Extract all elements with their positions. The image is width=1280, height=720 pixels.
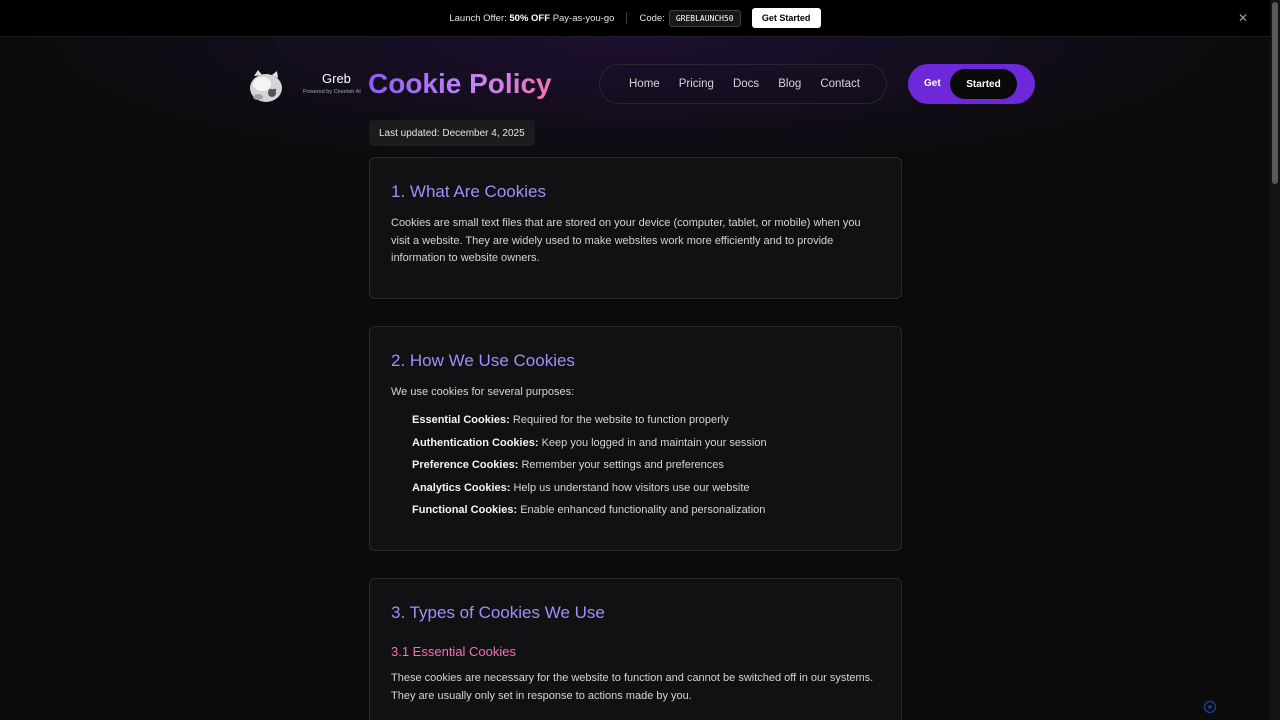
get-started-button-get: Get: [924, 78, 941, 89]
list-item-label: Preference Cookies:: [412, 459, 519, 471]
section-paragraph: Cookies are small text files that are st…: [391, 217, 861, 264]
section-heading: 3. Types of Cookies We Use: [391, 603, 605, 622]
subsection-heading: 3.1 Essential Cookies: [391, 644, 517, 659]
section-card-types-of-cookies: 3. Types of Cookies We Use 3.1 Essential…: [369, 578, 902, 720]
list-item: Functional Cookies: Enable enhanced func…: [412, 504, 765, 516]
scrollbar-thumb[interactable]: [1272, 2, 1278, 184]
nav-contact[interactable]: Contact: [820, 78, 860, 90]
promo-get-started-button[interactable]: Get Started: [751, 8, 821, 28]
section-card-how-we-use-cookies: 2. How We Use Cookies We use cookies for…: [369, 326, 902, 551]
section-heading: 1. What Are Cookies: [391, 182, 546, 201]
list-item-label: Essential Cookies:: [412, 414, 510, 426]
list-item-label: Functional Cookies:: [412, 504, 518, 516]
list-item-text: Help us understand how visitors use our …: [513, 482, 750, 494]
list-item-label: Authentication Cookies:: [412, 437, 539, 449]
section-heading: 2. How We Use Cookies: [391, 351, 575, 370]
list-item-text: Remember your settings and preferences: [521, 459, 724, 471]
nav-pricing[interactable]: Pricing: [679, 78, 714, 90]
nav-home[interactable]: Home: [629, 78, 660, 90]
list-item-label: Analytics Cookies:: [412, 482, 511, 494]
brand-tagline: Powered by Cheetah AI: [303, 89, 361, 95]
watermark-icon: [1203, 700, 1217, 714]
nav-blog[interactable]: Blog: [778, 78, 801, 90]
close-icon[interactable]: ✕: [1236, 11, 1250, 25]
last-updated-badge: Last updated: December 4, 2025: [369, 120, 535, 146]
promo-text: Launch Offer: 50% OFF Pay-as-you-go: [449, 13, 614, 24]
cheetah-logo-icon[interactable]: [246, 66, 286, 104]
header-glow: [0, 37, 1270, 177]
get-started-button-started: Started: [950, 69, 1017, 99]
section-card-what-are-cookies: 1. What Are Cookies Cookies are small te…: [369, 157, 902, 299]
page-title: Cookie Policy: [368, 68, 552, 99]
list-item: Essential Cookies: Required for the webs…: [412, 414, 729, 426]
nav-docs[interactable]: Docs: [733, 78, 759, 90]
list-item: Analytics Cookies: Help us understand ho…: [412, 482, 750, 494]
promo-code[interactable]: GREBLAUNCH50: [668, 9, 741, 27]
promo-banner: Launch Offer: 50% OFF Pay-as-you-go Code…: [0, 0, 1270, 37]
list-item-text: Enable enhanced functionality and person…: [520, 504, 766, 516]
promo-prefix: Launch Offer:: [449, 12, 507, 24]
brand-name[interactable]: Greb: [322, 71, 351, 86]
list-item: Preference Cookies: Remember your settin…: [412, 459, 724, 471]
promo-code-label: Code:: [639, 12, 665, 24]
list-item-text: Keep you logged in and maintain your ses…: [541, 437, 767, 449]
promo-suffix: Pay-as-you-go: [552, 12, 615, 24]
list-item-text: Required for the website to function pro…: [512, 414, 729, 426]
section-intro: We use cookies for several purposes:: [391, 386, 575, 398]
main-nav: Home Pricing Docs Blog Contact: [599, 64, 887, 104]
list-item: Authentication Cookies: Keep you logged …: [412, 437, 767, 449]
section-paragraph: These cookies are necessary for the webs…: [391, 672, 874, 702]
scrollbar[interactable]: [1270, 0, 1280, 720]
promo-divider: [626, 12, 628, 24]
promo-highlight: 50% OFF: [509, 12, 551, 24]
get-started-button[interactable]: Get Started: [908, 64, 1035, 104]
